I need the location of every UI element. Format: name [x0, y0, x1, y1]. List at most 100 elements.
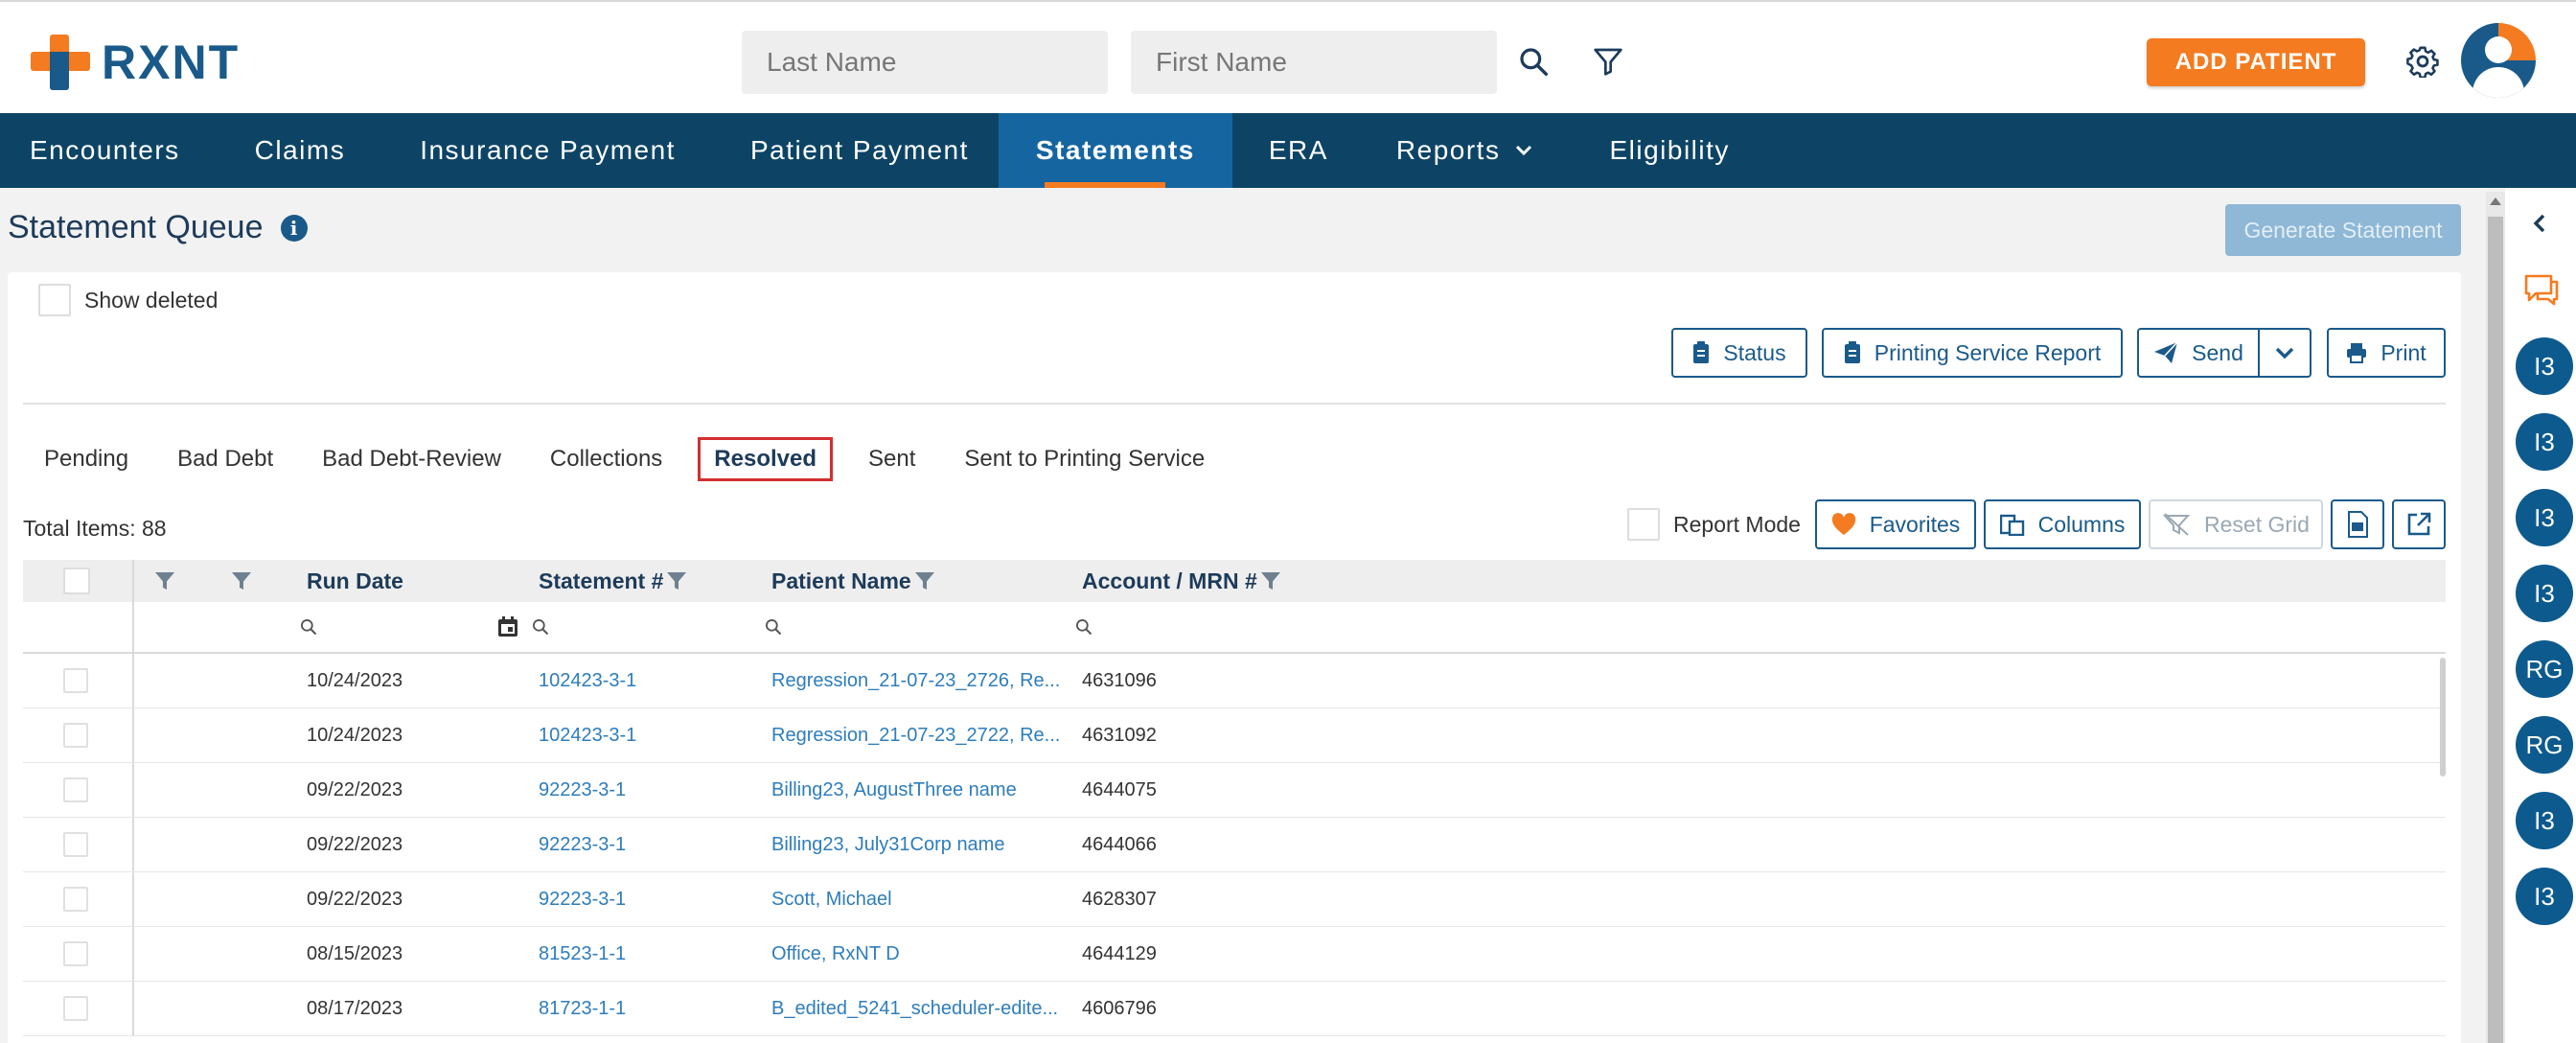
show-deleted-checkbox[interactable] [38, 284, 71, 316]
report-mode-toggle[interactable]: Report Mode [1627, 508, 1801, 541]
logo-cross-icon [31, 35, 90, 90]
export-button[interactable] [2392, 499, 2446, 549]
row-checkbox[interactable] [63, 668, 88, 693]
send-options-dropdown[interactable] [2258, 328, 2312, 378]
scroll-up-arrow-icon[interactable] [2490, 197, 2501, 205]
info-icon[interactable]: i [280, 214, 308, 242]
filter-icon[interactable] [665, 569, 688, 592]
table-row[interactable]: 08/17/2023 81723-1-1 B_edited_5241_sched… [23, 982, 2446, 1036]
favorites-button[interactable]: Favorites [1815, 499, 1976, 549]
row-checkbox[interactable] [63, 723, 88, 748]
send-button[interactable]: Send [2137, 328, 2260, 378]
statement-link[interactable]: 102423-3-1 [539, 654, 636, 707]
patient-name-link[interactable]: Regression_21-07-23_2722, Re... [771, 708, 1060, 762]
nav-item-claims[interactable]: Claims [210, 113, 376, 188]
user-bubble[interactable]: RG [2516, 716, 2573, 774]
table-row[interactable]: 09/22/2023 92223-3-1 Scott, Michael 4628… [23, 872, 2446, 927]
filter-icon[interactable] [913, 569, 936, 592]
run-date-filter[interactable] [299, 602, 519, 652]
status-button[interactable]: Status [1671, 328, 1807, 378]
patient-name-link[interactable]: Billing23, AugustThree name [771, 763, 1017, 817]
show-deleted-toggle[interactable]: Show deleted [38, 284, 218, 316]
printing-service-report-button[interactable]: Printing Service Report [1822, 328, 2123, 378]
user-bubble[interactable]: I3 [2516, 337, 2573, 395]
table-row[interactable]: 10/24/2023 102423-3-1 Regression_21-07-2… [23, 654, 2446, 708]
statement-filter[interactable] [531, 602, 550, 652]
nav-item-insurance-payment[interactable]: Insurance Payment [375, 113, 705, 188]
user-bubble[interactable]: I3 [2516, 792, 2573, 849]
table-row[interactable]: 08/15/2023 81523-1-1 Office, RxNT D 4644… [23, 927, 2446, 982]
patient-name-link[interactable]: Billing23, July31Corp name [771, 818, 1004, 871]
col-patient-name[interactable]: Patient Name [771, 560, 936, 602]
row-checkbox[interactable] [63, 777, 88, 802]
first-name-input[interactable] [1131, 31, 1497, 94]
search-icon[interactable] [1514, 42, 1552, 81]
collapse-chevron-icon[interactable] [2532, 213, 2547, 239]
export-pdf-button[interactable] [2331, 499, 2384, 549]
grid-scrollbar[interactable] [2440, 658, 2446, 776]
nav-item-eligibility[interactable]: Eligibility [1562, 113, 1759, 188]
table-row[interactable]: 10/24/2023 102423-3-1 Regression_21-07-2… [23, 708, 2446, 763]
user-bubble[interactable]: I3 [2516, 413, 2573, 471]
col-account[interactable]: Account / MRN # [1082, 560, 1282, 602]
user-bubble[interactable]: I3 [2516, 868, 2573, 925]
filter-icon[interactable] [1259, 569, 1282, 592]
tab-collections[interactable]: Collections [537, 440, 676, 478]
patient-name-link[interactable]: Scott, Michael [771, 872, 892, 926]
patient-name-link[interactable]: B_edited_5241_scheduler-edite... [771, 982, 1058, 1035]
reset-grid-button[interactable]: Reset Grid [2149, 499, 2323, 549]
col-run-date[interactable]: Run Date [307, 560, 403, 602]
gear-icon[interactable] [2404, 42, 2442, 81]
select-all-checkbox-cell[interactable] [63, 560, 90, 602]
statement-link[interactable]: 102423-3-1 [539, 708, 636, 762]
statement-link[interactable]: 92223-3-1 [539, 818, 626, 871]
nav-item-patient-payment[interactable]: Patient Payment [705, 113, 999, 188]
calendar-icon[interactable] [496, 615, 519, 638]
tab-resolved[interactable]: Resolved [698, 437, 834, 481]
statement-link[interactable]: 81523-1-1 [539, 927, 626, 981]
user-bubble[interactable]: RG [2516, 640, 2573, 698]
patient-name-filter[interactable] [764, 602, 783, 652]
report-mode-checkbox[interactable] [1627, 508, 1660, 541]
chat-icon[interactable] [2522, 272, 2561, 312]
columns-button[interactable]: Columns [1984, 499, 2141, 549]
patient-name-link[interactable]: Regression_21-07-23_2726, Re... [771, 654, 1060, 707]
filter-column-icon[interactable] [230, 560, 253, 602]
page-scrollbar[interactable] [2486, 192, 2505, 1043]
table-row[interactable]: 09/22/2023 92223-3-1 Billing23, AugustTh… [23, 763, 2446, 818]
row-checkbox[interactable] [63, 887, 88, 912]
row-checkbox[interactable] [63, 832, 88, 857]
nav-item-reports[interactable]: Reports [1358, 113, 1563, 188]
row-checkbox[interactable] [63, 941, 88, 966]
last-name-input[interactable] [742, 31, 1108, 94]
run-date-cell: 09/22/2023 [307, 888, 403, 910]
scrollbar-thumb[interactable] [2488, 217, 2503, 1043]
statement-link[interactable]: 92223-3-1 [539, 763, 626, 817]
nav-item-statements[interactable]: Statements [998, 113, 1232, 188]
tab-pending[interactable]: Pending [36, 440, 142, 478]
run-date-cell: 09/22/2023 [307, 833, 403, 855]
filter-icon[interactable] [1589, 42, 1627, 81]
tab-sent[interactable]: Sent [855, 440, 929, 478]
tab-bad-debt[interactable]: Bad Debt [164, 440, 287, 478]
user-bubble[interactable]: I3 [2516, 489, 2573, 546]
user-avatar[interactable] [2461, 23, 2536, 98]
filter-column-icon[interactable] [153, 560, 176, 602]
account-filter[interactable] [1074, 602, 1093, 652]
print-button[interactable]: Print [2327, 328, 2446, 378]
user-bubble[interactable]: I3 [2516, 565, 2573, 622]
tab-sent-to-printing-service[interactable]: Sent to Printing Service [951, 440, 1218, 478]
patient-name-link[interactable]: Office, RxNT D [771, 927, 900, 981]
nav-item-encounters[interactable]: Encounters [0, 113, 210, 188]
statement-link[interactable]: 92223-3-1 [539, 872, 626, 926]
row-checkbox[interactable] [63, 996, 88, 1021]
tab-bad-debt-review[interactable]: Bad Debt-Review [309, 440, 515, 478]
generate-statement-button[interactable]: Generate Statement [2225, 204, 2461, 256]
add-patient-button[interactable]: ADD PATIENT [2147, 38, 2365, 86]
col-statement[interactable]: Statement # [539, 560, 688, 602]
select-all-checkbox[interactable] [63, 568, 90, 594]
rxnt-logo[interactable]: RXNT [31, 35, 240, 90]
table-row[interactable]: 09/22/2023 92223-3-1 Billing23, July31Co… [23, 818, 2446, 872]
statement-link[interactable]: 81723-1-1 [539, 982, 626, 1035]
nav-item-era[interactable]: ERA [1232, 113, 1358, 188]
